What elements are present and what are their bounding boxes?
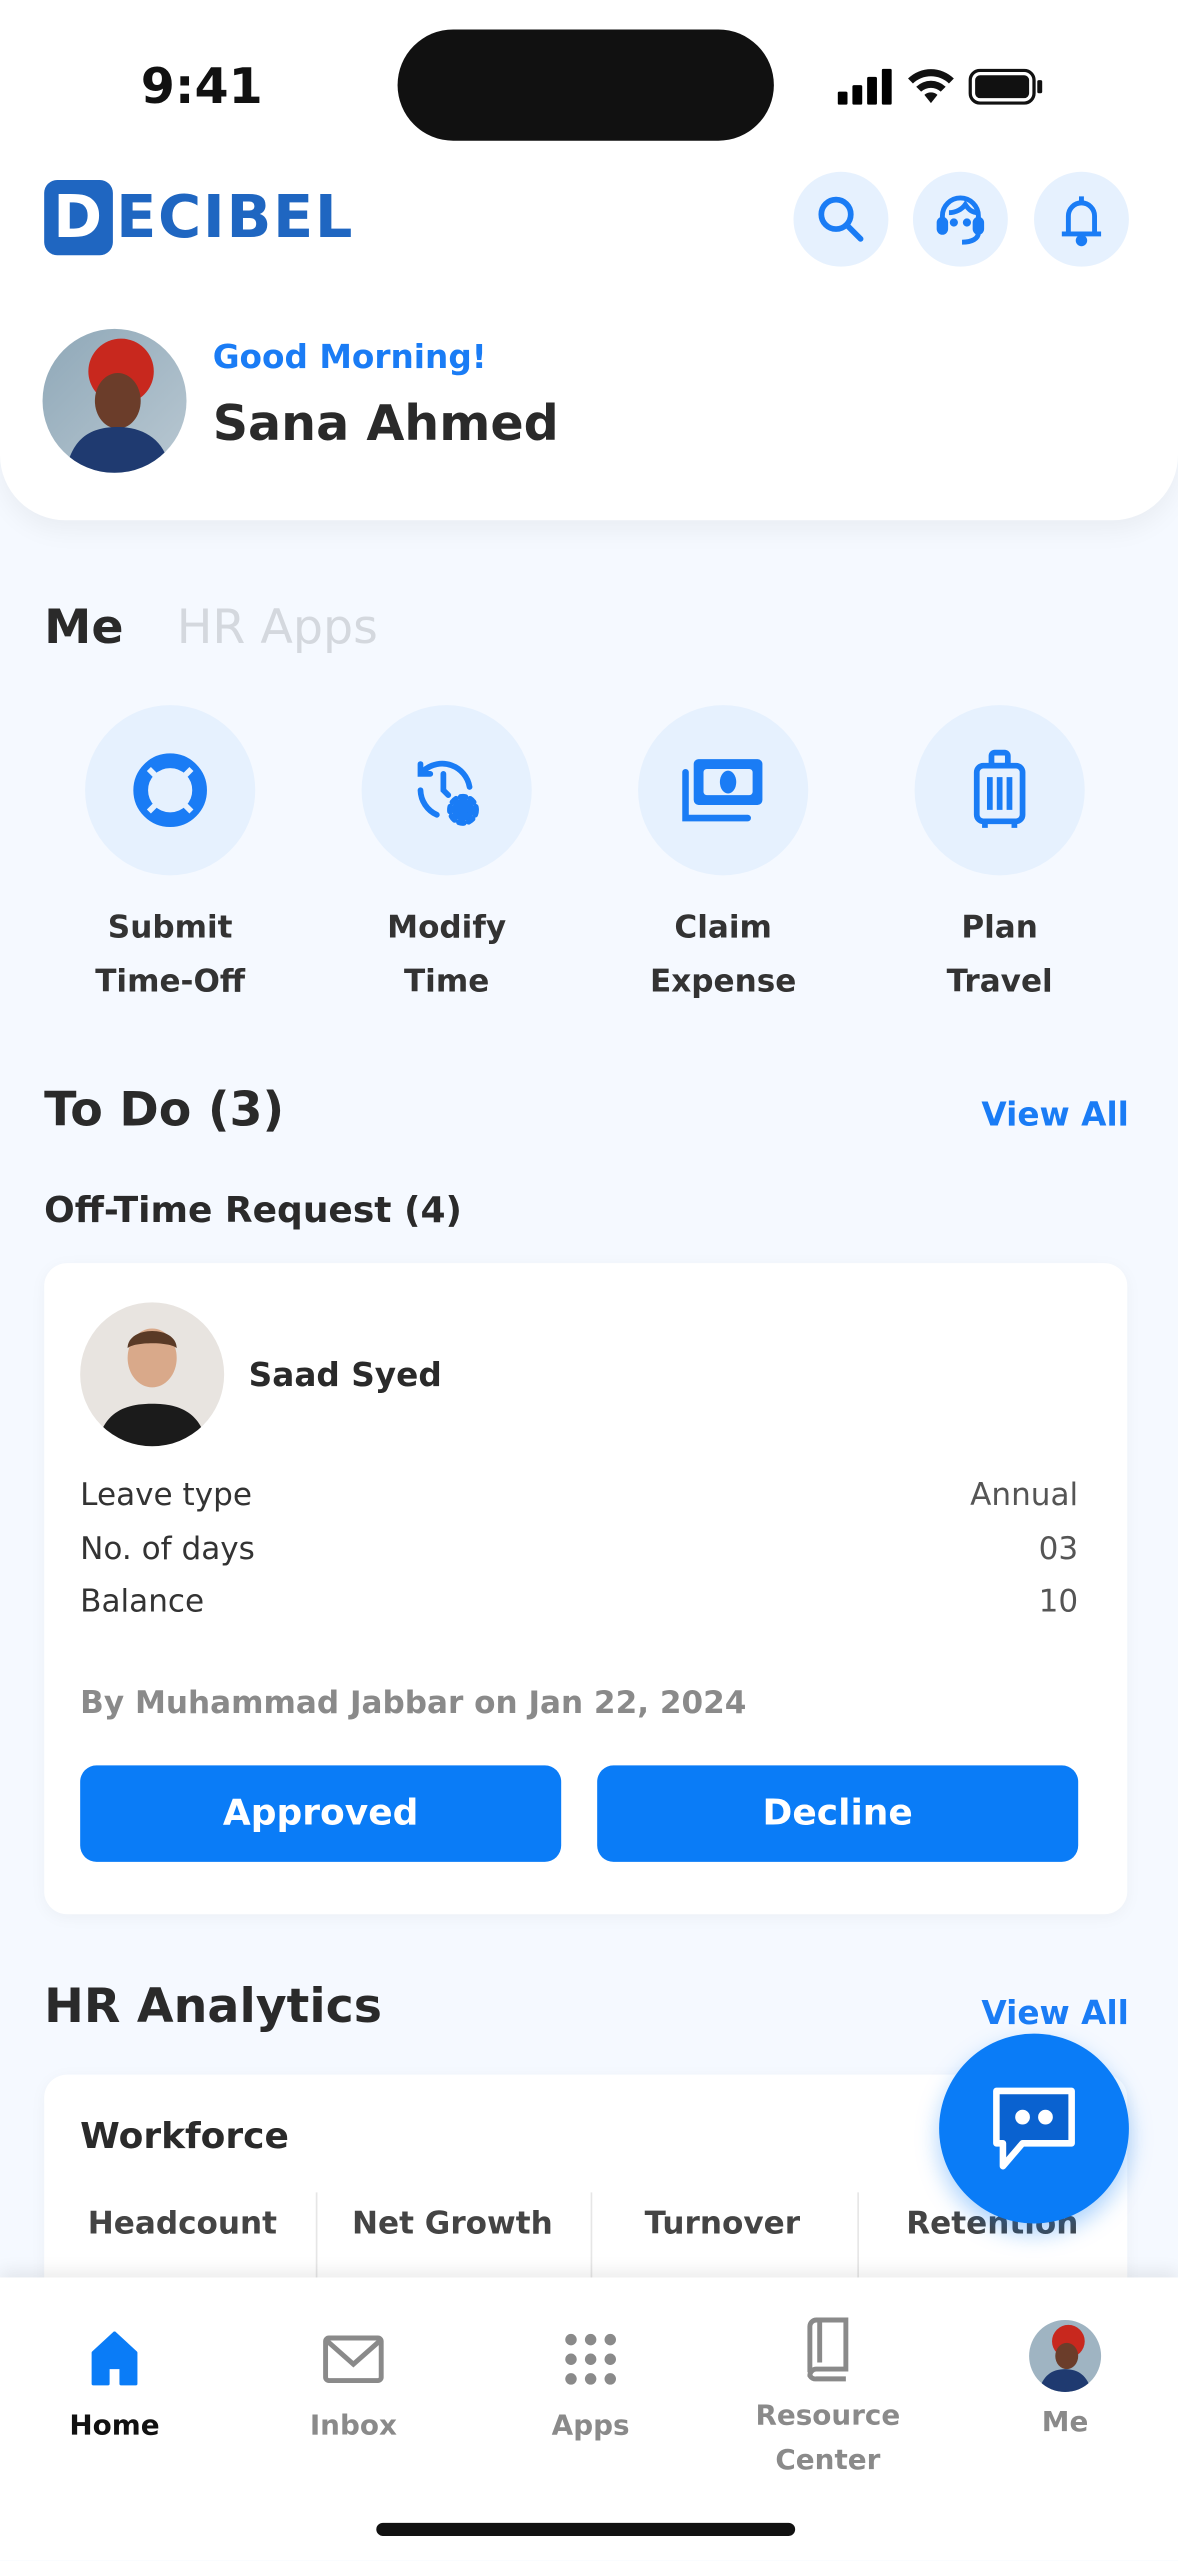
bottom-nav: Home Inbox Apps Resource Center Me bbox=[0, 2277, 1178, 2561]
off-time-request-title: Off-Time Request (4) bbox=[44, 1191, 462, 1232]
signal-icon bbox=[837, 68, 892, 105]
user-name: Sana Ahmed bbox=[212, 395, 559, 454]
quick-action-submit-time-off[interactable]: Submit Time-Off bbox=[85, 705, 256, 1009]
nav-resource-center[interactable]: Resource Center bbox=[738, 2313, 918, 2483]
battery-icon bbox=[968, 68, 1043, 105]
lifebuoy-icon bbox=[133, 753, 207, 828]
greeting: Good Morning! bbox=[212, 337, 487, 377]
request-by-line: By Muhammad Jabbar on Jan 22, 2024 bbox=[80, 1685, 747, 1722]
notifications-button[interactable] bbox=[1034, 171, 1129, 267]
quick-action-modify-time[interactable]: Modify Time bbox=[361, 705, 532, 1009]
requester-avatar bbox=[80, 1302, 225, 1447]
days-row: No. of days 03 bbox=[80, 1531, 1079, 1568]
turnover-label: Turnover bbox=[644, 2205, 801, 2242]
headcount-label: Headcount bbox=[87, 2205, 278, 2242]
status-icons bbox=[837, 68, 1044, 105]
nav-inbox[interactable]: Inbox bbox=[263, 2323, 443, 2449]
home-icon bbox=[91, 2331, 138, 2386]
grid-icon bbox=[565, 2333, 616, 2385]
tab-hr-apps[interactable]: HR Apps bbox=[177, 599, 378, 655]
off-time-request-card: Saad Syed Leave type Annual No. of days 03… bbox=[44, 1263, 1128, 1915]
analytics-view-all-link[interactable]: View All bbox=[981, 1993, 1129, 2032]
nav-apps[interactable]: Apps bbox=[501, 2323, 681, 2449]
quick-action-claim-expense[interactable]: Claim Expense bbox=[638, 705, 809, 1009]
search-button[interactable] bbox=[793, 171, 889, 267]
headset-icon bbox=[936, 195, 985, 245]
nav-home[interactable]: Home bbox=[25, 2323, 205, 2449]
mail-icon bbox=[323, 2335, 384, 2383]
status-time: 9:41 bbox=[140, 58, 263, 117]
chatbot-button[interactable] bbox=[939, 2033, 1129, 2224]
net-growth-label: Net Growth bbox=[352, 2205, 553, 2242]
todo-view-all-link[interactable]: View All bbox=[981, 1095, 1129, 1134]
app-screen: 9:41 D ECIBEL Good Morning! Sana Ahmed Me… bbox=[0, 0, 1178, 2561]
requester-photo bbox=[96, 1328, 208, 1447]
user-avatar[interactable] bbox=[42, 328, 187, 473]
search-icon bbox=[818, 196, 864, 242]
decline-button[interactable]: Decline bbox=[597, 1765, 1079, 1862]
wifi-icon bbox=[908, 69, 954, 104]
decibel-logo: D ECIBEL bbox=[44, 179, 354, 256]
chat-bubble-icon bbox=[993, 2087, 1075, 2170]
book-icon bbox=[807, 2317, 849, 2382]
home-indicator bbox=[376, 2522, 796, 2536]
balance-row: Balance 10 bbox=[80, 1583, 1079, 1620]
support-button[interactable] bbox=[912, 171, 1008, 267]
nav-avatar bbox=[1029, 2319, 1102, 2392]
dynamic-island bbox=[397, 29, 774, 141]
tab-me[interactable]: Me bbox=[44, 599, 123, 655]
bell-icon bbox=[1061, 196, 1102, 247]
user-photo bbox=[65, 338, 171, 473]
requester-name: Saad Syed bbox=[248, 1354, 442, 1394]
leave-type-row: Leave type Annual bbox=[80, 1477, 1079, 1514]
luggage-icon bbox=[973, 749, 1026, 828]
clock-settings-icon bbox=[417, 760, 479, 826]
money-icon bbox=[682, 759, 763, 822]
workforce-title: Workforce bbox=[80, 2117, 289, 2159]
hr-analytics-title: HR Analytics bbox=[44, 1978, 382, 2034]
nav-me[interactable]: Me bbox=[975, 2319, 1155, 2446]
todo-title: To Do (3) bbox=[44, 1081, 285, 1138]
approve-button[interactable]: Approved bbox=[80, 1765, 562, 1862]
quick-action-plan-travel[interactable]: Plan Travel bbox=[914, 705, 1085, 1009]
